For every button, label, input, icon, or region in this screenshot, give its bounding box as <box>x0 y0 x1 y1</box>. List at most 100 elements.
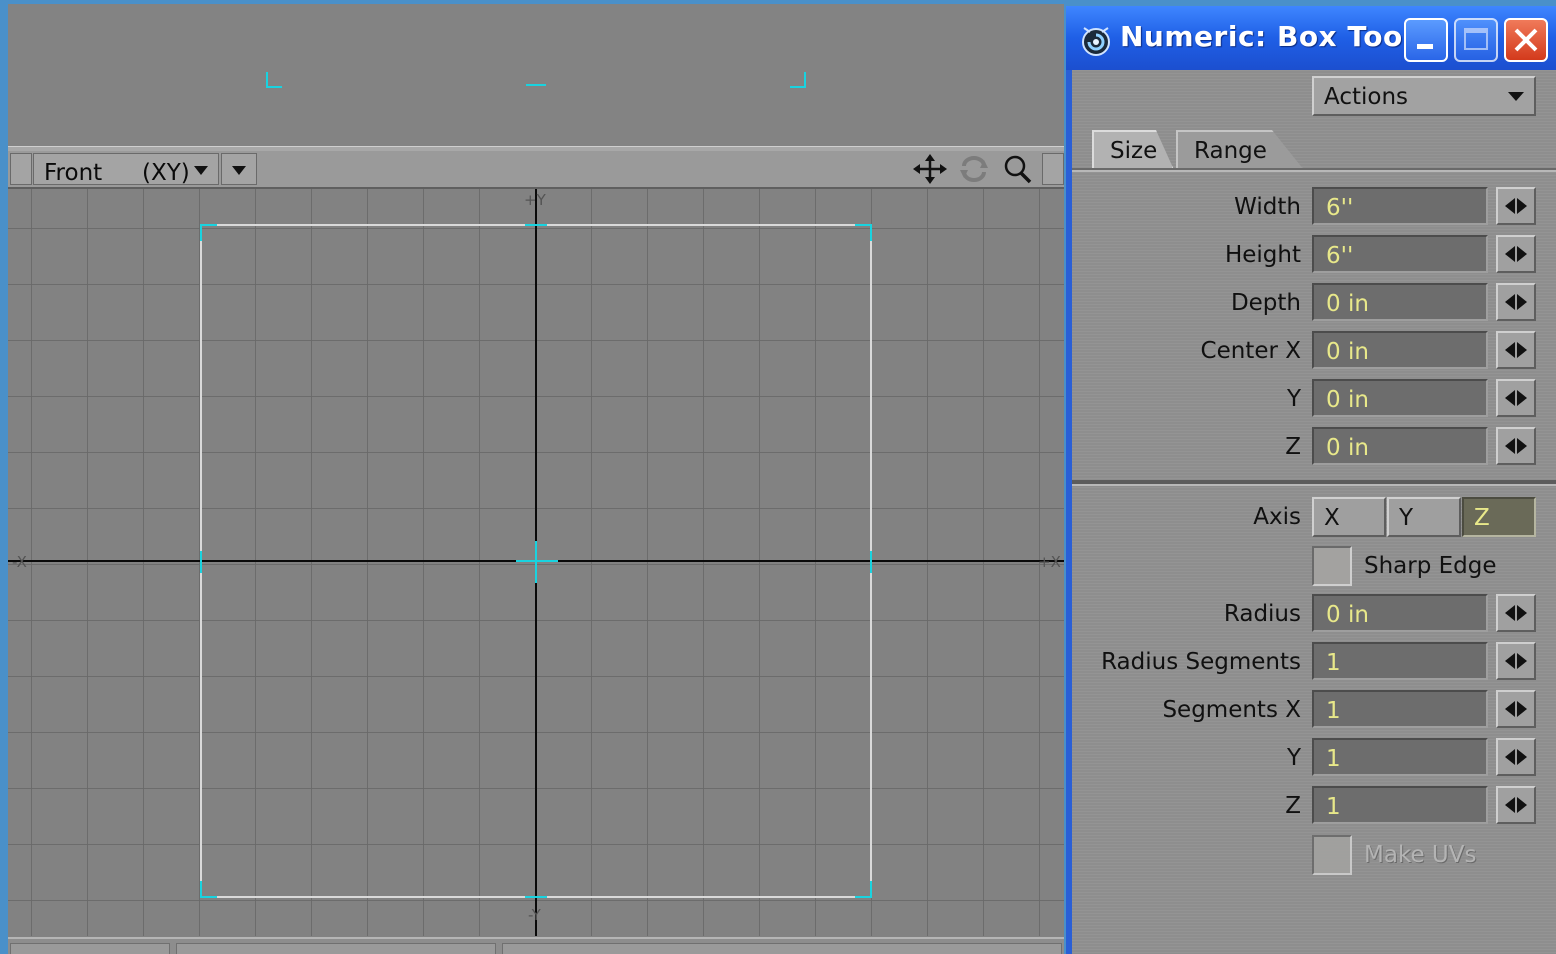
center-x-label: Center X <box>1200 338 1301 364</box>
lightwave-app-icon <box>1082 27 1110 56</box>
handle-top-left <box>266 72 282 88</box>
axis-label-plus-x: +X <box>1038 553 1061 571</box>
segments-z-field[interactable]: 1 <box>1312 786 1488 824</box>
segments-x-label: Segments X <box>1162 697 1301 723</box>
tab-range[interactable]: Range <box>1176 130 1304 170</box>
numeric-box-tool-window: Numeric: Box Tool Actions Size Range Wid… <box>1066 6 1556 954</box>
move-view-icon[interactable] <box>910 154 950 184</box>
segments-y-field[interactable]: 1 <box>1312 738 1488 776</box>
viewport-toolbar: Front (XY) <box>8 151 1064 189</box>
tab-size[interactable]: Size <box>1092 130 1174 170</box>
radius-segments-label: Radius Segments <box>1101 649 1301 675</box>
section-divider <box>1072 480 1556 486</box>
tab-divider <box>1072 168 1556 172</box>
axis-button-z[interactable]: Z <box>1462 497 1536 537</box>
status-field-2 <box>176 943 496 954</box>
center-x-field[interactable]: 0 in <box>1312 331 1488 369</box>
axis-x-label: X <box>1324 505 1340 531</box>
close-button[interactable] <box>1504 18 1548 62</box>
maximize-button[interactable] <box>1454 18 1498 62</box>
axis-z-label: Z <box>1474 505 1490 531</box>
left-right-arrows-icon <box>1505 749 1527 765</box>
viewport-canvas <box>8 189 1064 936</box>
height-field[interactable]: 6'' <box>1312 235 1488 273</box>
height-label: Height <box>1224 242 1301 268</box>
sharp-edge-label: Sharp Edge <box>1364 553 1497 579</box>
make-uvs-label: Make UVs <box>1364 842 1477 868</box>
segments-x-stepper[interactable] <box>1496 690 1536 728</box>
radius-segments-field[interactable]: 1 <box>1312 642 1488 680</box>
maximize-icon <box>1464 28 1488 50</box>
left-right-arrows-icon <box>1505 246 1527 262</box>
window-title: Numeric: Box Tool <box>1120 20 1413 53</box>
left-right-arrows-icon <box>1505 198 1527 214</box>
axis-y-label: Y <box>1399 505 1414 531</box>
width-field[interactable]: 6'' <box>1312 187 1488 225</box>
close-icon <box>1514 28 1538 52</box>
depth-field[interactable]: 0 in <box>1312 283 1488 321</box>
axis-label: Axis <box>1253 504 1301 530</box>
segments-z-label: Z <box>1285 793 1301 819</box>
actions-dropdown[interactable]: Actions <box>1312 76 1536 116</box>
handle-top-mid <box>526 84 546 86</box>
segments-x-field[interactable]: 1 <box>1312 690 1488 728</box>
tab-range-label: Range <box>1194 138 1267 164</box>
handle-top-right <box>790 72 806 88</box>
front-viewport[interactable]: +Y -Y -X +X <box>8 189 1064 936</box>
maximize-viewport-handle[interactable] <box>1042 153 1064 185</box>
status-field-3 <box>502 943 1062 954</box>
zoom-view-icon[interactable] <box>998 154 1038 184</box>
actions-label: Actions <box>1324 84 1409 110</box>
center-z-field[interactable]: 0 in <box>1312 427 1488 465</box>
tab-size-label: Size <box>1110 138 1158 164</box>
minimize-button[interactable] <box>1404 18 1448 62</box>
radius-label: Radius <box>1223 601 1301 627</box>
axis-label-minus-y: -Y <box>528 906 541 924</box>
axis-label-plus-y: +Y <box>524 191 546 209</box>
depth-label: Depth <box>1230 290 1301 316</box>
panel-body: Actions Size Range Width 6'' Height 6'' … <box>1072 70 1556 954</box>
radius-stepper[interactable] <box>1496 594 1536 632</box>
top-viewport[interactable] <box>8 4 1064 146</box>
left-right-arrows-icon <box>1505 701 1527 717</box>
minimize-icon <box>1417 44 1433 49</box>
center-y-stepper[interactable] <box>1496 379 1536 417</box>
rotate-view-icon[interactable] <box>954 154 994 184</box>
view-name: Front <box>44 160 103 186</box>
chevron-down-icon <box>232 166 246 175</box>
center-y-field[interactable]: 0 in <box>1312 379 1488 417</box>
axis-button-x[interactable]: X <box>1312 497 1386 537</box>
left-right-arrows-icon <box>1505 797 1527 813</box>
width-stepper[interactable] <box>1496 187 1536 225</box>
segments-z-stepper[interactable] <box>1496 786 1536 824</box>
axis-button-y[interactable]: Y <box>1387 497 1461 537</box>
radius-field[interactable]: 0 in <box>1312 594 1488 632</box>
center-y-label: Y <box>1286 386 1301 412</box>
title-bar[interactable]: Numeric: Box Tool <box>1066 6 1556 70</box>
left-right-arrows-icon <box>1505 605 1527 621</box>
left-right-arrows-icon <box>1505 438 1527 454</box>
center-z-label: Z <box>1285 434 1301 460</box>
left-right-arrows-icon <box>1505 653 1527 669</box>
center-x-stepper[interactable] <box>1496 331 1536 369</box>
height-stepper[interactable] <box>1496 235 1536 273</box>
left-right-arrows-icon <box>1505 342 1527 358</box>
center-z-stepper[interactable] <box>1496 427 1536 465</box>
segments-y-stepper[interactable] <box>1496 738 1536 776</box>
viewport-handle[interactable] <box>10 153 32 185</box>
left-right-arrows-icon <box>1505 294 1527 310</box>
left-right-arrows-icon <box>1505 390 1527 406</box>
segments-y-label: Y <box>1286 745 1301 771</box>
radius-segments-stepper[interactable] <box>1496 642 1536 680</box>
depth-stepper[interactable] <box>1496 283 1536 321</box>
chevron-down-icon <box>1508 92 1524 101</box>
axis-label-minus-x: -X <box>12 553 27 571</box>
view-options-dropdown[interactable] <box>221 153 257 185</box>
width-label: Width <box>1234 194 1301 220</box>
chevron-down-icon <box>194 166 208 175</box>
sharp-edge-checkbox[interactable] <box>1312 546 1352 586</box>
view-type-dropdown[interactable]: Front (XY) <box>33 153 219 186</box>
view-axes: (XY) <box>142 160 190 186</box>
make-uvs-checkbox[interactable] <box>1312 835 1352 875</box>
modeler-viewports: Front (XY) +Y -Y -X +X <box>8 4 1064 954</box>
